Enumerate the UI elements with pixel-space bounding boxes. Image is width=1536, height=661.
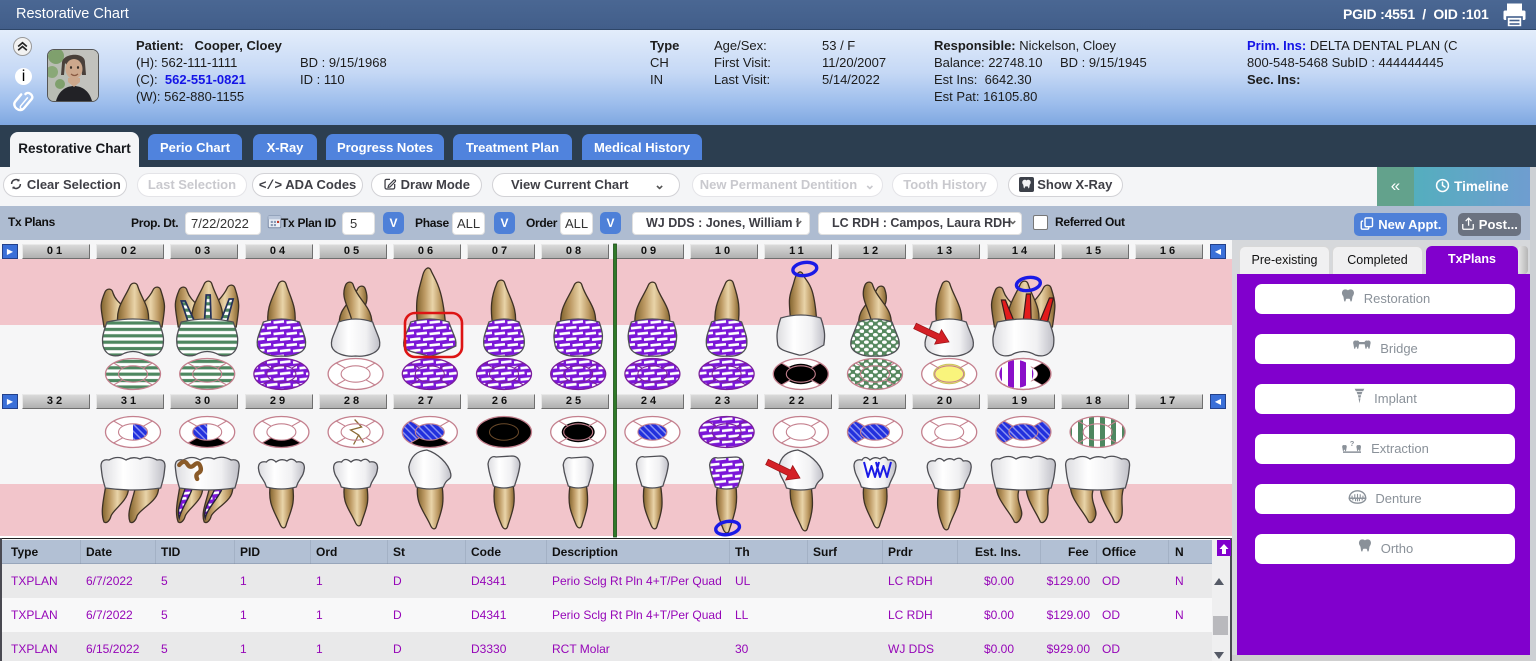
svg-text:?: ? — [1350, 439, 1355, 448]
